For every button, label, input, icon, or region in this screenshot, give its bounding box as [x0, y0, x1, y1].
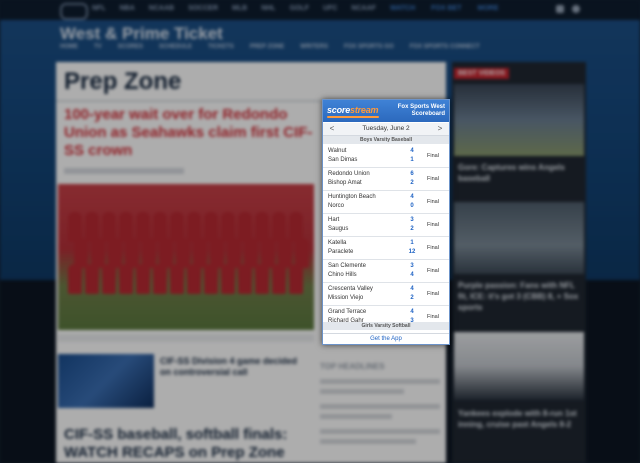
team-score: 2: [410, 226, 414, 232]
game-row[interactable]: Walnut 4 San Dimas 1 Final: [323, 145, 449, 168]
modal-overlay: [0, 0, 640, 463]
scorestream-logo[interactable]: scorestream: [327, 105, 379, 115]
game-status: Final: [427, 314, 439, 320]
team-score: 2: [410, 180, 414, 186]
team-score: 4: [410, 272, 414, 278]
team-score: 1: [410, 240, 414, 246]
widget-header: scorestream Fox Sports West Scoreboard: [323, 100, 449, 122]
game-status: Final: [427, 222, 439, 228]
team-name: Huntington Beach: [328, 194, 376, 200]
team-name: Mission Viejo: [328, 295, 364, 301]
game-status: Final: [427, 268, 439, 274]
team-name: Crescenta Valley: [328, 286, 373, 292]
team-name: Norco: [328, 203, 345, 209]
game-list: Walnut 4 San Dimas 1 Final Redondo Union 6 Bish…: [323, 145, 449, 329]
team-name: Paraclete: [328, 249, 354, 255]
team-name: Walnut: [328, 148, 347, 154]
team-name: Katella: [328, 240, 347, 246]
team-name: San Clemente: [328, 263, 367, 269]
section-header-baseball: Boys Varsity Baseball: [323, 136, 449, 144]
team-name: Grand Terrace: [328, 309, 367, 315]
date-selector: < Tuesday, June 2 >: [323, 123, 449, 136]
game-status: Final: [427, 245, 439, 251]
logo-underline: [327, 116, 379, 118]
team-name: Bishop Amat: [328, 180, 362, 186]
team-name: Redondo Union: [328, 171, 370, 177]
brand-line-2: Scoreboard: [411, 111, 445, 117]
logo-accent: stream: [350, 105, 379, 115]
team-score: 0: [410, 203, 414, 209]
game-row[interactable]: San Clemente 3 Chino Hills 4 Final: [323, 260, 449, 283]
game-status: Final: [427, 291, 439, 297]
game-status: Final: [427, 153, 439, 159]
game-row[interactable]: Redondo Union 6 Bishop Amat 2 Final: [323, 168, 449, 191]
section-header-softball: Girls Varsity Softball: [323, 322, 449, 330]
team-score: 2: [410, 295, 414, 301]
team-name: San Dimas: [328, 157, 358, 163]
scoreboard-widget: scorestream Fox Sports West Scoreboard <…: [322, 99, 450, 345]
game-row[interactable]: Hart 3 Saugus 2 Final: [323, 214, 449, 237]
game-status: Final: [427, 199, 439, 205]
prev-day-arrow-icon[interactable]: <: [327, 124, 337, 134]
scoreboard-brand: Fox Sports West Scoreboard: [385, 104, 445, 118]
team-score: 4: [410, 309, 414, 315]
team-score: 4: [410, 148, 414, 154]
get-app-link[interactable]: Get the App: [323, 333, 449, 344]
team-name: Hart: [328, 217, 340, 223]
game-status: Final: [427, 176, 439, 182]
team-score: 4: [410, 194, 414, 200]
team-score: 3: [410, 217, 414, 223]
team-score: 12: [408, 249, 416, 255]
selected-date: Tuesday, June 2: [362, 125, 410, 132]
logo-main: score: [327, 105, 351, 115]
team-score: 1: [410, 157, 414, 163]
game-row[interactable]: Huntington Beach 4 Norco 0 Final: [323, 191, 449, 214]
next-day-arrow-icon[interactable]: >: [435, 124, 445, 134]
game-row[interactable]: Crescenta Valley 4 Mission Viejo 2 Final: [323, 283, 449, 306]
brand-line-1: Fox Sports West: [397, 104, 445, 110]
team-score: 6: [410, 171, 414, 177]
team-score: 3: [410, 263, 414, 269]
team-name: Saugus: [328, 226, 349, 232]
team-name: Chino Hills: [328, 272, 357, 278]
game-row[interactable]: Katella 1 Paraclete 12 Final: [323, 237, 449, 260]
background-page: NFL NBA NCAAB SOCCER MLB NHL GOLF UFC NCAAF WATC…: [0, 0, 640, 463]
team-score: 4: [410, 286, 414, 292]
